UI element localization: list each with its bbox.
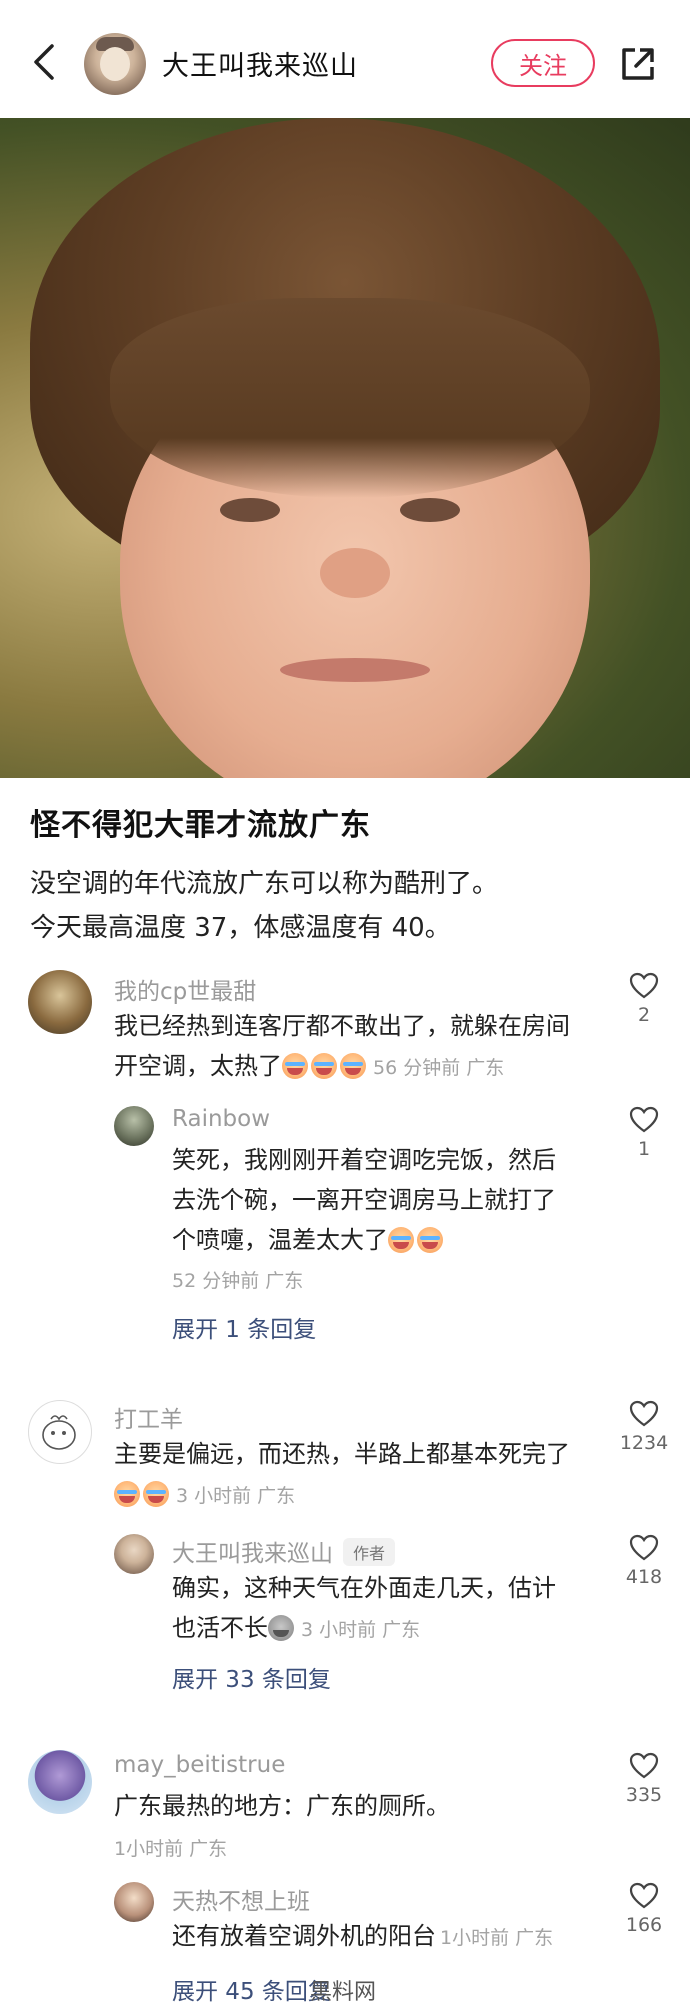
comment-text-line: 主要是偏远，而还热，半路上都基本死完了 [114,1440,570,1468]
author-badge: 作者 [343,1538,396,1566]
like-button[interactable]: 1 [612,1106,676,1160]
heart-icon [629,1752,659,1779]
heart-icon [629,1400,659,1427]
top-bar: 大王叫我来巡山 关注 [0,0,690,118]
comment-text: 主要是偏远，而还热，半路上都基本死完了 3 小时前 广东 [114,1434,570,1516]
comment-text: 广东最热的地方：广东的厕所。 [114,1786,450,1826]
commenter-name[interactable]: 我的cp世最甜 [114,972,256,1006]
comment-text: 我已经热到连客厅都不敢出了，就躲在房间 开空调，太热了 56 分钟前 广东 [114,1006,570,1088]
author-avatar[interactable] [84,33,146,95]
reply-text: 还有放着空调外机的阳台 1小时前 广东 [172,1916,553,1958]
comment-time: 56 分钟前 广东 [373,1057,505,1079]
post-image[interactable] [0,118,690,778]
reply-time: 3 小时前 广东 [301,1619,421,1641]
reply-text: 笑死，我刚刚开着空调吃完饭，然后 去洗个碗，一离开空调房马上就打了 个喷嚏，温差… [172,1140,556,1260]
post-title: 怪不得犯大罪才流放广东 [30,808,371,843]
reply-text-line: 笑死，我刚刚开着空调吃完饭，然后 [172,1146,556,1174]
expand-replies-link[interactable]: 展开 33 条回复 [172,1660,331,1694]
poop-emoji-icon [268,1615,294,1641]
like-button[interactable]: 335 [612,1752,676,1806]
heart-icon [629,1882,659,1909]
like-count: 166 [625,1914,663,1936]
sheep-doodle-icon [42,1415,76,1450]
crying-emoji-icon [143,1481,169,1507]
reply-text-line: 去洗个碗，一离开空调房马上就打了 [172,1186,556,1214]
like-button[interactable]: 1234 [612,1400,676,1454]
replier-avatar[interactable] [114,1534,154,1574]
heart-icon [629,1534,659,1561]
crying-emoji-icon [388,1227,414,1253]
replier-name[interactable]: Rainbow [172,1106,270,1132]
crying-emoji-icon [340,1053,366,1079]
comment-text-line: 开空调，太热了 [114,1052,282,1080]
share-icon[interactable] [618,44,658,84]
heart-icon [629,1106,659,1133]
like-count: 335 [625,1784,663,1806]
like-button[interactable]: 2 [612,972,676,1026]
replier-name[interactable]: 大王叫我来巡山 作者 [172,1534,396,1568]
crying-emoji-icon [282,1053,308,1079]
commenter-avatar[interactable] [28,1750,92,1814]
comment-text-line: 开空调，太热了 56 分钟前 广东 [114,1046,570,1088]
author-name[interactable]: 大王叫我来巡山 [162,44,358,83]
commenter-name[interactable]: may_beitistrue [114,1752,285,1778]
replier-avatar[interactable] [114,1106,154,1146]
expand-replies-link[interactable]: 展开 45 条回复 [172,1972,331,2006]
reply-text-line: 确实，这种天气在外面走几天，估计 [172,1574,556,1602]
reply-time: 1小时前 广东 [440,1927,554,1949]
crying-emoji-icon [114,1481,140,1507]
like-count: 2 [637,1004,651,1026]
replier-name[interactable]: 天热不想上班 [172,1882,310,1916]
comment-text-line: 3 小时前 广东 [114,1474,570,1516]
reply-text-line: 也活不长 [172,1614,268,1642]
like-button[interactable]: 166 [612,1882,676,1936]
comment-time: 3 小时前 广东 [176,1485,296,1507]
crying-emoji-icon [417,1227,443,1253]
post-body: 没空调的年代流放广东可以称为酷刑了。 今天最高温度 37，体感温度有 40。 [30,862,670,950]
like-count: 1234 [619,1432,669,1454]
like-button[interactable]: 418 [612,1534,676,1588]
reply-time: 52 分钟前 广东 [172,1270,304,1292]
reply-text-line: 也活不长 3 小时前 广东 [172,1608,556,1650]
reply-text-line: 还有放着空调外机的阳台 1小时前 广东 [172,1916,553,1958]
reply-text-line: 个喷嚏，温差太大了 [172,1220,556,1260]
like-count: 418 [625,1566,663,1588]
reply-text: 确实，这种天气在外面走几天，估计 也活不长 3 小时前 广东 [172,1568,556,1650]
reply-text-line: 个喷嚏，温差太大了 [172,1226,388,1254]
reply-text-line: 还有放着空调外机的阳台 [172,1922,436,1950]
comment-time: 1小时前 广东 [114,1838,228,1860]
commenter-avatar[interactable] [28,1400,92,1464]
commenter-avatar[interactable] [28,970,92,1034]
back-icon[interactable] [26,40,66,84]
watermark: 黑料网 [310,1980,377,2005]
comment-text-line: 我已经热到连客厅都不敢出了，就躲在房间 [114,1012,570,1040]
post-body-line: 没空调的年代流放广东可以称为酷刑了。 [30,869,499,899]
crying-emoji-icon [311,1053,337,1079]
follow-button[interactable]: 关注 [491,39,595,87]
comment-text-line: 广东最热的地方：广东的厕所。 [114,1792,450,1820]
replier-name-text[interactable]: 大王叫我来巡山 [172,1541,333,1567]
heart-icon [629,972,659,999]
post-body-line: 今天最高温度 37，体感温度有 40。 [30,913,451,943]
commenter-name[interactable]: 打工羊 [114,1400,183,1434]
like-count: 1 [637,1138,651,1160]
replier-avatar[interactable] [114,1882,154,1922]
expand-replies-link[interactable]: 展开 1 条回复 [172,1310,316,1344]
